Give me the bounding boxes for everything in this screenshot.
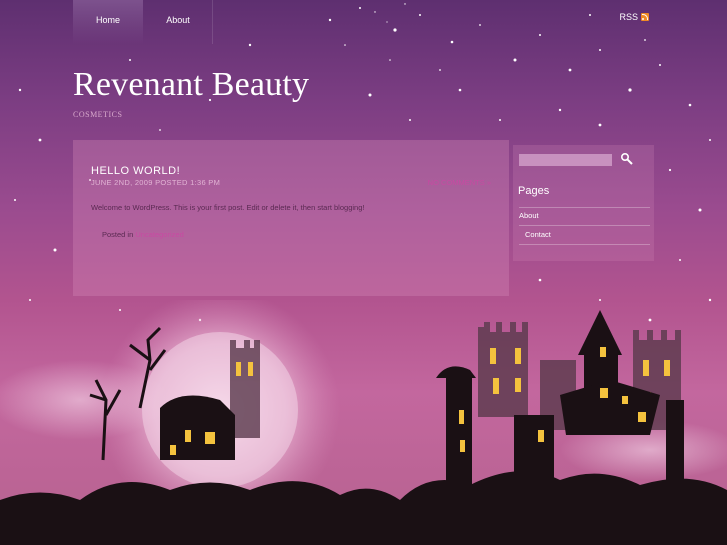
rss-link[interactable]: RSS <box>619 12 649 22</box>
nav-item-about[interactable]: About <box>143 0 213 44</box>
post-body: Welcome to WordPress. This is your first… <box>91 203 365 212</box>
sidebar-divider <box>519 244 650 245</box>
posted-in-label: Posted in <box>102 230 134 239</box>
haunted-town-illustration <box>0 300 727 545</box>
sidebar-item-contact[interactable]: Contact <box>525 230 551 239</box>
sidebar-divider <box>519 225 650 226</box>
post-meta: JUNE 2ND, 2009 POSTED 1:36 PM <box>91 178 221 187</box>
post-category-line: Posted in Uncategorized <box>102 230 184 239</box>
comments-link[interactable]: NO COMMENTS » <box>428 178 491 187</box>
post-title[interactable]: HELLO WORLD! <box>91 165 180 177</box>
sidebar-heading-pages: Pages <box>518 185 550 197</box>
site-title[interactable]: Revenant Beauty <box>73 66 309 104</box>
nav-item-home[interactable]: Home <box>73 0 143 44</box>
search-input[interactable] <box>519 154 612 166</box>
sidebar: Pages About Contact <box>513 145 654 261</box>
rss-label: RSS <box>619 12 638 22</box>
site-description: COSMETICS <box>73 110 123 119</box>
sidebar-divider <box>519 207 650 208</box>
top-navigation: Home About RSS <box>0 0 727 50</box>
rss-feed-icon <box>641 13 649 21</box>
magnifier-icon[interactable] <box>620 152 634 166</box>
category-link[interactable]: Uncategorized <box>135 230 183 239</box>
sidebar-item-about[interactable]: About <box>519 211 539 220</box>
nav-divider <box>212 0 213 44</box>
post-entry: HELLO WORLD! JUNE 2ND, 2009 POSTED 1:36 … <box>73 140 509 296</box>
